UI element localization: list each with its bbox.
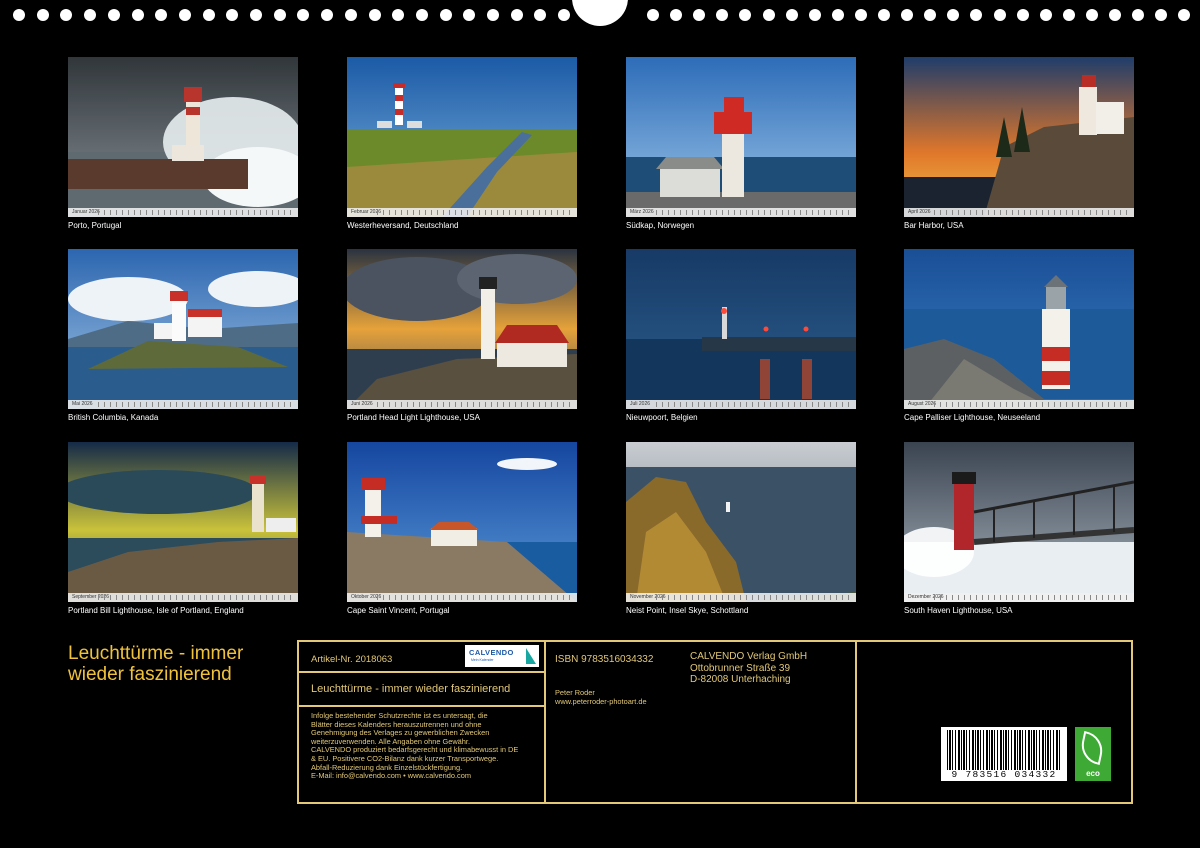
binding-hole — [647, 9, 659, 21]
binding-hole — [693, 9, 706, 21]
photo-portland-head: Juni 2026 — [347, 249, 577, 409]
binding-hole — [854, 9, 867, 21]
caption: Portland Head Light Lighthouse, USA — [347, 413, 480, 422]
caption: Neist Point, Insel Skye, Schottland — [626, 606, 749, 615]
photo-neist-point: November 2026 — [626, 442, 856, 602]
photo-cape-palliser: August 2026 — [904, 249, 1134, 409]
binding-hole — [1016, 9, 1029, 21]
binding-hole — [439, 9, 452, 21]
caption: Bar Harbor, USA — [904, 221, 964, 230]
binding-hole — [415, 9, 428, 21]
binding-hole — [60, 9, 73, 21]
binding-hole — [970, 9, 983, 21]
photo-bar-harbor: April 2026 — [904, 57, 1134, 217]
leaf-icon — [1078, 731, 1106, 765]
binding-hole — [716, 9, 729, 21]
binding-hole — [487, 9, 499, 21]
calvendo-logo: CALVENDO Mein Kalender — [465, 645, 539, 667]
binding-hole — [808, 9, 821, 21]
binding-hole — [36, 9, 49, 21]
binding-hole — [1132, 9, 1145, 21]
binding-hole — [321, 9, 334, 21]
author-website: www.peterroder-photoart.de — [555, 697, 647, 706]
binding-hole — [1155, 9, 1168, 21]
caption: South Haven Lighthouse, USA — [904, 606, 1013, 615]
caption: Porto, Portugal — [68, 221, 122, 230]
photo-porto: Januar 2026 — [68, 57, 298, 217]
binding-hole — [344, 9, 357, 21]
binding-hole — [13, 9, 25, 21]
binding-hole — [1178, 9, 1191, 21]
isbn: ISBN 9783516034332 — [555, 654, 654, 665]
binding-hole — [558, 9, 571, 21]
binding-hole — [878, 9, 890, 21]
publisher-address: CALVENDO Verlag GmbH Ottobrunner Straße … — [690, 651, 808, 686]
binding-hole — [785, 9, 798, 21]
binding-hole — [901, 9, 914, 21]
binding-hole — [1109, 9, 1121, 21]
photo-westerheversand: Februar 2026 — [347, 57, 577, 217]
binding-hole — [368, 9, 381, 21]
binding-hole — [273, 9, 286, 21]
caption: British Columbia, Kanada — [68, 413, 159, 422]
photo-south-haven: Dezember 2026 — [904, 442, 1134, 602]
binding-hole — [131, 9, 144, 21]
binding-hole — [202, 9, 215, 21]
photo-suedkap: März 2026 — [626, 57, 856, 217]
caption: Cape Palliser Lighthouse, Neuseeland — [904, 413, 1041, 422]
binding-hole — [739, 9, 752, 21]
binding-hole — [534, 9, 547, 21]
article-number: Artikel-Nr. 2018063 — [311, 654, 393, 665]
binding-hole — [107, 9, 120, 21]
calendar-title: Leuchttürme - immer wieder faszinierend — [68, 643, 244, 685]
binding-hole — [463, 9, 476, 21]
binding-hole — [178, 9, 191, 21]
caption: Nieuwpoort, Belgien — [626, 413, 698, 422]
caption: Cape Saint Vincent, Portugal — [347, 606, 450, 615]
binding-hole — [250, 9, 262, 21]
binding-hole — [947, 9, 960, 21]
eco-badge: eco — [1075, 727, 1111, 781]
caption: Westerheversand, Deutschland — [347, 221, 459, 230]
binding-hole — [155, 9, 168, 21]
binding-hole — [226, 9, 239, 21]
binding-hole — [670, 9, 683, 21]
binding-hole — [84, 9, 97, 21]
binding-hole — [1085, 9, 1098, 21]
binding-hole — [831, 9, 844, 21]
binding-hole — [392, 9, 405, 21]
binding-hole — [297, 9, 310, 21]
binding-hole — [924, 9, 937, 21]
photo-british-columbia: Mai 2026 — [68, 249, 298, 409]
photo-nieuwpoort: Juli 2026 — [626, 249, 856, 409]
legal-notice: Infolge bestehender Schutzrechte ist es … — [311, 711, 519, 781]
binding-hole — [993, 9, 1006, 21]
binding-hole — [510, 9, 523, 21]
photo-portland-bill: September 2026 — [68, 442, 298, 602]
binding-hole — [762, 9, 775, 21]
caption: Südkap, Norwegen — [626, 221, 695, 230]
binding-hole — [1062, 9, 1075, 21]
photo-cape-saint-vincent: Oktober 2026 — [347, 442, 577, 602]
isbn-barcode: 9 783516 034332 — [941, 727, 1067, 781]
product-title: Leuchttürme - immer wieder faszinierend — [311, 683, 511, 695]
caption: Portland Bill Lighthouse, Isle of Portla… — [68, 606, 244, 615]
binding-hole — [1039, 9, 1052, 21]
